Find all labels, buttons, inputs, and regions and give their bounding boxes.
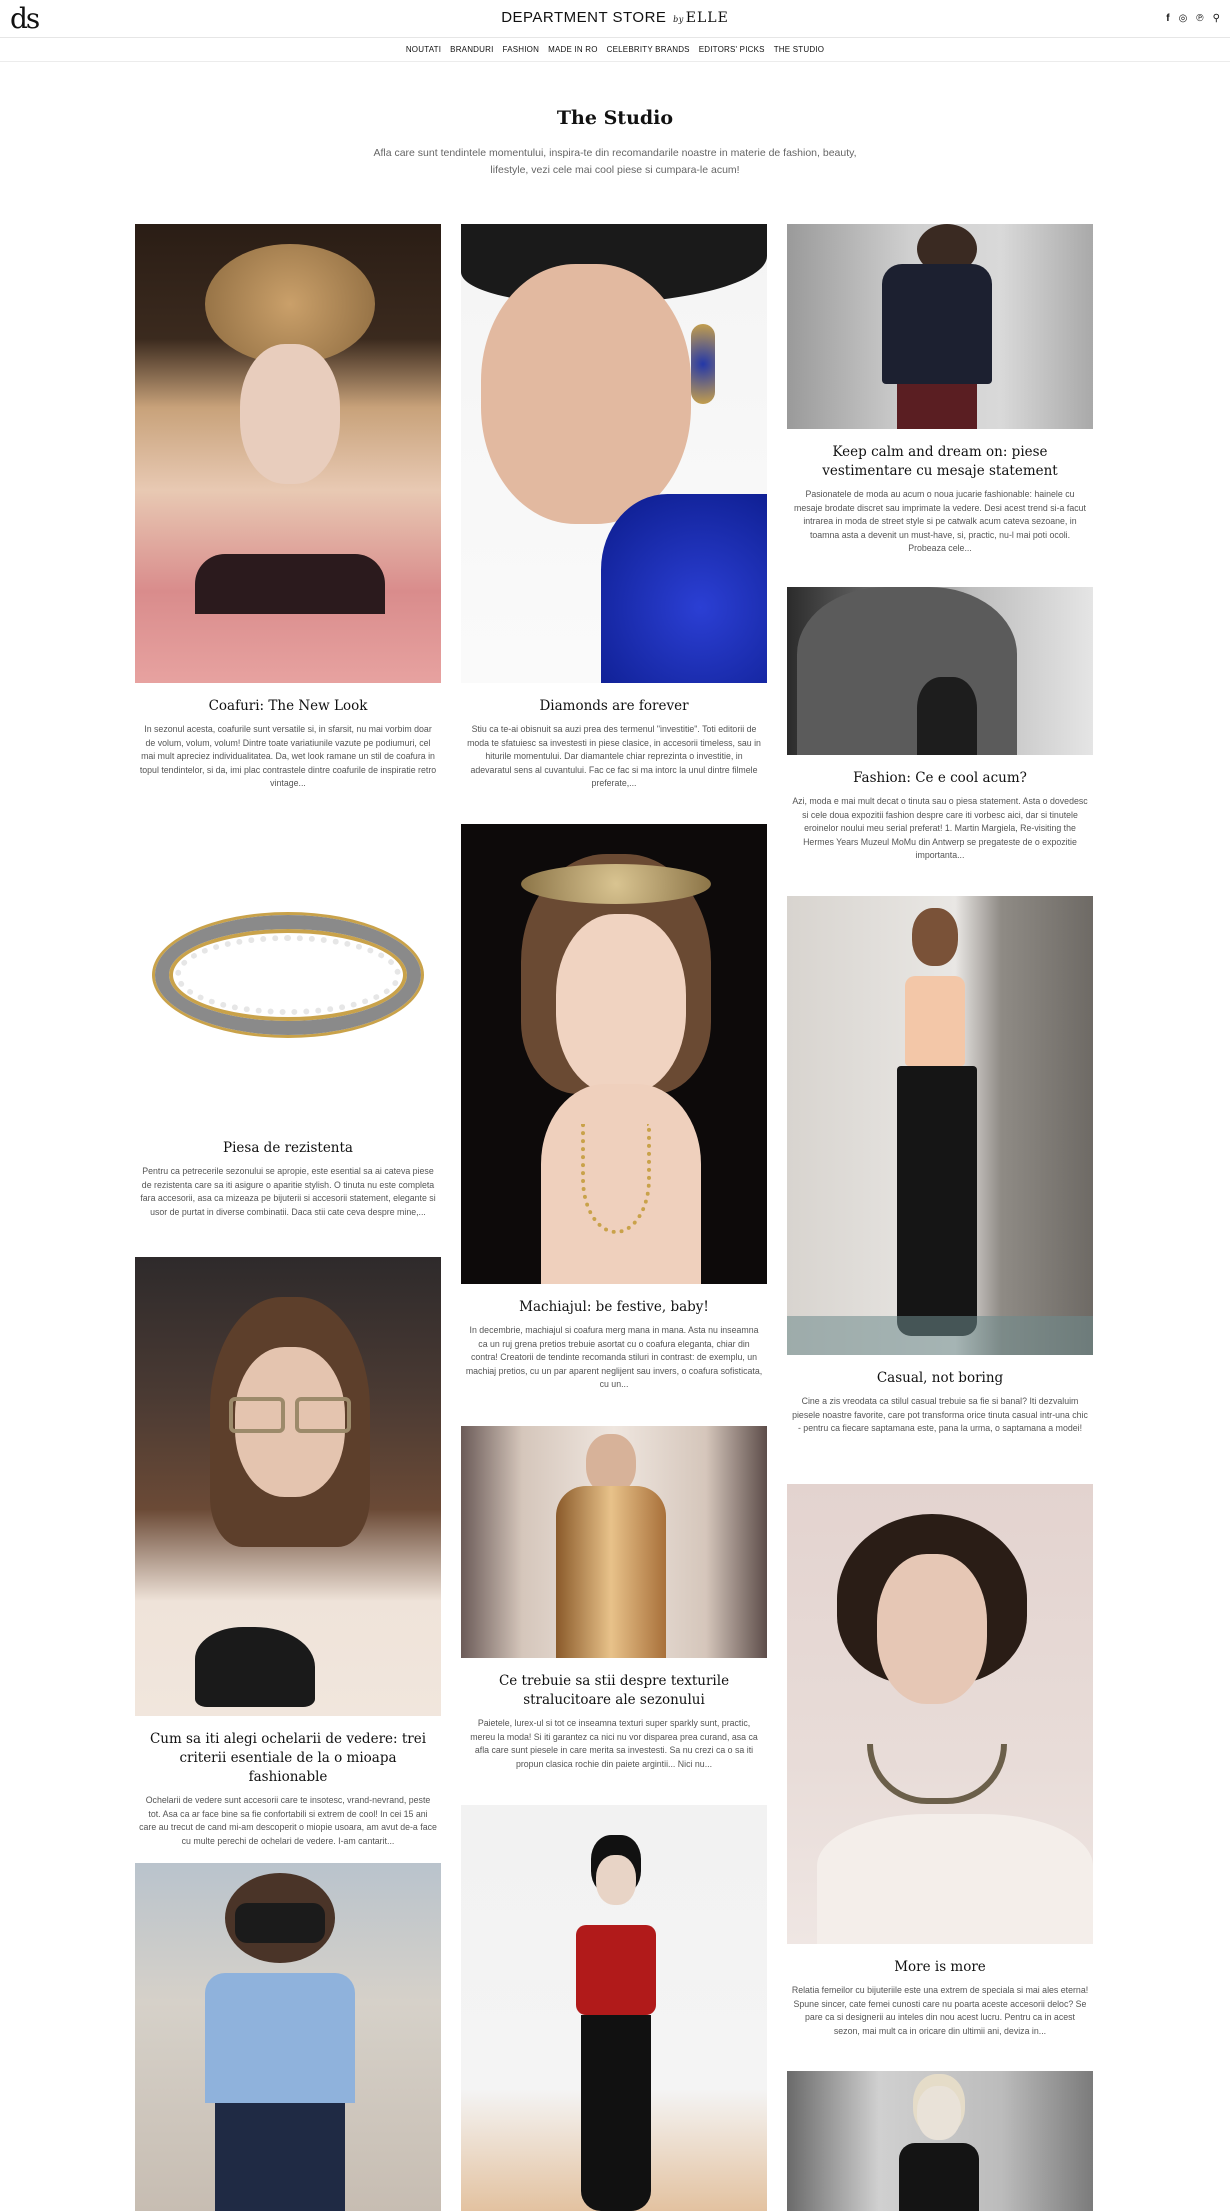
page-intro: Afla care sunt tendintele momentului, in… bbox=[373, 147, 857, 176]
page-title: The Studio bbox=[556, 107, 674, 129]
article-title[interactable]: Coafuri: The New Look bbox=[143, 697, 433, 716]
lace-dress-runway-photo[interactable] bbox=[787, 2071, 1093, 2211]
headband-model-photo[interactable] bbox=[461, 824, 767, 1284]
article-excerpt: Azi, moda e mai mult decat o tinuta sau … bbox=[792, 796, 1088, 860]
article-title[interactable]: Casual, not boring bbox=[795, 1369, 1085, 1388]
article-card[interactable] bbox=[461, 1805, 767, 2211]
brand-title[interactable]: DEPARTMENT STORE by ELLE bbox=[0, 9, 1230, 26]
article-excerpt: Pentru ca petrecerile sezonului se aprop… bbox=[140, 1166, 436, 1217]
article-title[interactable]: Diamonds are forever bbox=[469, 697, 759, 716]
article-card[interactable]: Coafuri: The New Look In sezonul acesta,… bbox=[135, 224, 441, 791]
nav-item-editors-picks[interactable]: EDITORS' PICKS bbox=[699, 45, 765, 54]
nav-item-fashion[interactable]: FASHION bbox=[503, 45, 540, 54]
search-icon[interactable]: ⚲ bbox=[1213, 13, 1220, 25]
article-card[interactable]: Diamonds are forever Stiu ca te-ai obisn… bbox=[461, 224, 767, 791]
article-excerpt: Stiu ca te-ai obisnuit sa auzi prea des … bbox=[467, 724, 761, 788]
glasses-model-photo[interactable] bbox=[135, 1257, 441, 1716]
article-card[interactable]: Fashion: Ce e cool acum? Azi, moda e mai… bbox=[787, 587, 1093, 863]
nav-item-the-studio[interactable]: THE STUDIO bbox=[774, 45, 824, 54]
nav-item-branduri[interactable]: BRANDURI bbox=[450, 45, 493, 54]
article-excerpt: Ochelarii de vedere sunt accesorii care … bbox=[139, 1795, 437, 1846]
article-excerpt: Paietele, lurex-ul si tot ce inseamna te… bbox=[470, 1718, 758, 1769]
article-card[interactable]: Piesa de rezistenta Pentru ca petreceril… bbox=[135, 825, 441, 1219]
article-title[interactable]: More is more bbox=[795, 1958, 1085, 1977]
brand-by: by bbox=[673, 15, 684, 24]
brand-elle: ELLE bbox=[685, 10, 729, 26]
article-title[interactable]: Fashion: Ce e cool acum? bbox=[795, 769, 1085, 788]
social-links: f ◎ ℗ ⚲ bbox=[1166, 13, 1220, 25]
red-top-runway-photo[interactable] bbox=[461, 1805, 767, 2211]
article-title[interactable]: Ce trebuie sa stii despre texturile stra… bbox=[469, 1672, 759, 1710]
article-excerpt: Pasionatele de moda au acum o noua jucar… bbox=[794, 489, 1086, 553]
article-card[interactable] bbox=[135, 1863, 441, 2211]
article-card[interactable] bbox=[787, 2071, 1093, 2211]
main-nav: NOUTATI BRANDURI FASHION MADE IN RO CELE… bbox=[0, 38, 1230, 62]
article-card[interactable]: Ce trebuie sa stii despre texturile stra… bbox=[461, 1426, 767, 1771]
street-style-photo[interactable] bbox=[135, 1863, 441, 2211]
nav-item-noutati[interactable]: NOUTATI bbox=[406, 45, 441, 54]
article-title[interactable]: Cum sa iti alegi ochelarii de vedere: tr… bbox=[143, 1730, 433, 1787]
article-card[interactable]: Machiajul: be festive, baby! In decembri… bbox=[461, 824, 767, 1392]
article-excerpt: In sezonul acesta, coafurile sunt versat… bbox=[139, 724, 437, 788]
article-card[interactable]: Cum sa iti alegi ochelarii de vedere: tr… bbox=[135, 1257, 441, 1848]
necklace-model-photo[interactable] bbox=[787, 1484, 1093, 1944]
casual-outfit-photo[interactable] bbox=[787, 896, 1093, 1355]
instagram-icon[interactable]: ◎ bbox=[1179, 13, 1188, 25]
nav-item-celebrity-brands[interactable]: CELEBRITY BRANDS bbox=[607, 45, 690, 54]
article-title[interactable]: Machiajul: be festive, baby! bbox=[469, 1298, 759, 1317]
article-excerpt: In decembrie, machiajul si coafura merg … bbox=[465, 1325, 763, 1389]
back-portrait-photo[interactable] bbox=[787, 587, 1093, 755]
gold-coat-runway-photo[interactable] bbox=[461, 1426, 767, 1658]
article-card[interactable]: More is more Relatia femeilor cu bijuter… bbox=[787, 1484, 1093, 2038]
nav-item-made-in-ro[interactable]: MADE IN RO bbox=[548, 45, 598, 54]
article-title[interactable]: Piesa de rezistenta bbox=[143, 1139, 433, 1158]
pinterest-icon[interactable]: ℗ bbox=[1196, 13, 1203, 25]
facebook-icon[interactable]: f bbox=[1166, 13, 1169, 25]
brand-name: DEPARTMENT STORE bbox=[501, 9, 667, 26]
bracelet-photo[interactable] bbox=[135, 825, 441, 1125]
article-excerpt: Cine a zis vreodata ca stilul casual tre… bbox=[792, 1396, 1088, 1433]
jewelry-model-photo[interactable] bbox=[461, 224, 767, 683]
top-bar: ds DEPARTMENT STORE by ELLE f ◎ ℗ ⚲ bbox=[0, 0, 1230, 38]
article-card[interactable]: Casual, not boring Cine a zis vreodata c… bbox=[787, 896, 1093, 1436]
dream-on-jacket-photo[interactable] bbox=[787, 224, 1093, 429]
article-card[interactable]: Keep calm and dream on: piese vestimenta… bbox=[787, 224, 1093, 556]
article-title[interactable]: Keep calm and dream on: piese vestimenta… bbox=[795, 443, 1085, 481]
hair-model-photo[interactable] bbox=[135, 224, 441, 683]
article-excerpt: Relatia femeilor cu bijuteriile este una… bbox=[791, 1985, 1089, 2036]
